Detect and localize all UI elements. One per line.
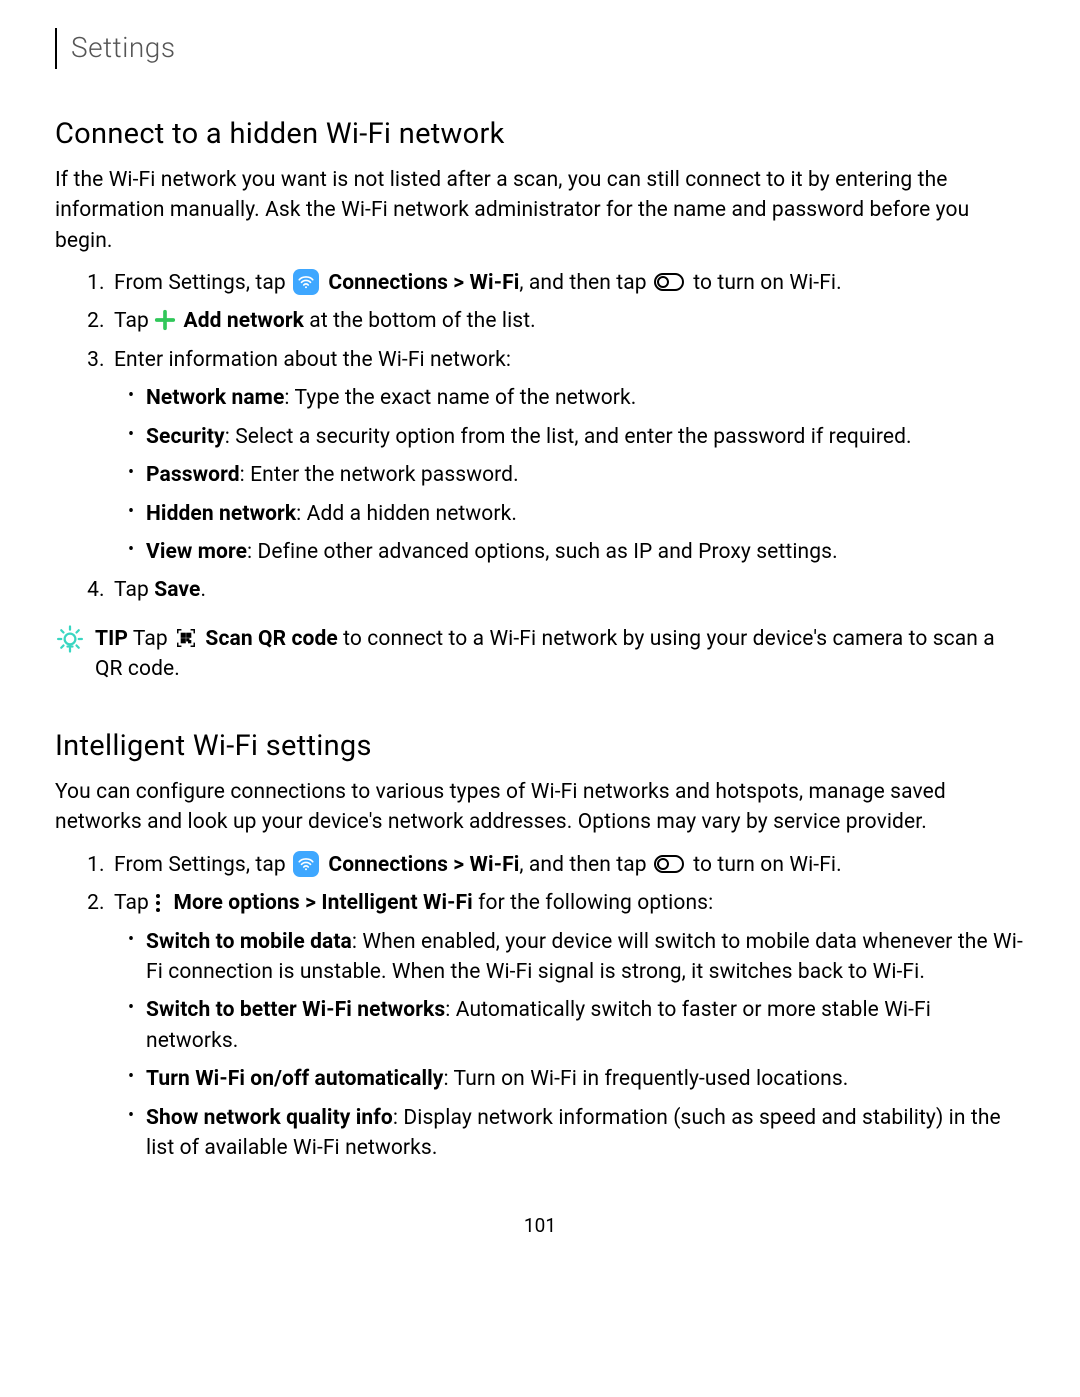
label: Network name — [146, 386, 284, 410]
list-item: Hidden network: Add a hidden network. — [144, 499, 1025, 529]
toggle-icon — [654, 855, 684, 873]
tip-row: TIP Tap Scan QR code to connect to a Wi-… — [55, 624, 1025, 685]
text: : Select a security option from the list… — [225, 425, 912, 449]
text: Tap — [114, 309, 154, 333]
connections-wifi-label: Connections > Wi-Fi — [328, 853, 519, 877]
text: . — [200, 578, 206, 602]
save-label: Save — [154, 578, 200, 602]
text: : Define other advanced options, such as… — [247, 540, 838, 564]
step-1: From Settings, tap Connections > Wi-Fi, … — [110, 850, 1025, 880]
add-network-label: Add network — [184, 309, 304, 333]
tip-body: TIP Tap Scan QR code to connect to a Wi-… — [95, 624, 1025, 685]
qr-icon — [175, 627, 197, 649]
heading-intelligent-wifi: Intelligent Wi-Fi settings — [55, 725, 1025, 767]
steps-intelligent-wifi: From Settings, tap Connections > Wi-Fi, … — [55, 850, 1025, 1164]
text: From Settings, tap — [114, 853, 291, 877]
text: Tap — [128, 627, 173, 651]
step-3: Enter information about the Wi-Fi networ… — [110, 345, 1025, 568]
step-2: Tap Add network at the bottom of the lis… — [110, 306, 1025, 336]
step-1: From Settings, tap Connections > Wi-Fi, … — [110, 268, 1025, 298]
text: : Enter the network password. — [240, 463, 519, 487]
label: View more — [146, 540, 247, 564]
tip-label: TIP — [95, 627, 128, 651]
list-item: Switch to mobile data: When enabled, you… — [144, 927, 1025, 988]
text: : Turn on Wi-Fi in frequently-used locat… — [443, 1067, 848, 1091]
list-item: Show network quality info: Display netwo… — [144, 1103, 1025, 1164]
text: Tap — [114, 578, 154, 602]
lightbulb-icon — [55, 624, 85, 654]
wifi-icon — [293, 269, 319, 295]
label: Turn Wi-Fi on/off automatically — [146, 1067, 443, 1091]
intro-intelligent-wifi: You can configure connections to various… — [55, 777, 1025, 838]
text: , and then tap — [519, 853, 652, 877]
more-options-label: More options > Intelligent Wi-Fi — [174, 891, 473, 915]
step-2: Tap More options > Intelligent Wi-Fi for… — [110, 888, 1025, 1164]
more-options-icon — [156, 894, 164, 912]
text: at the bottom of the list. — [304, 309, 536, 333]
list-item: Turn Wi-Fi on/off automatically: Turn on… — [144, 1064, 1025, 1094]
text: to turn on Wi-Fi. — [688, 271, 842, 295]
scan-qr-label: Scan QR code — [205, 627, 337, 651]
page-header: Settings — [55, 28, 1025, 69]
intro-connect-hidden: If the Wi-Fi network you want is not lis… — [55, 165, 1025, 256]
text: : Type the exact name of the network. — [284, 386, 636, 410]
text: , and then tap — [519, 271, 652, 295]
label: Hidden network — [146, 502, 296, 526]
label: Switch to better Wi-Fi networks — [146, 998, 445, 1022]
text: Enter information about the Wi-Fi networ… — [114, 348, 511, 372]
steps-connect-hidden: From Settings, tap Connections > Wi-Fi, … — [55, 268, 1025, 606]
list-item: Password: Enter the network password. — [144, 460, 1025, 490]
label: Switch to mobile data — [146, 930, 352, 954]
label: Security — [146, 425, 225, 449]
heading-connect-hidden: Connect to a hidden Wi-Fi network — [55, 113, 1025, 155]
text: to turn on Wi-Fi. — [688, 853, 842, 877]
text: : Add a hidden network. — [296, 502, 517, 526]
page-number: 101 — [55, 1212, 1025, 1240]
label: Password — [146, 463, 240, 487]
list-item: Security: Select a security option from … — [144, 422, 1025, 452]
toggle-icon — [654, 273, 684, 291]
list-item: Network name: Type the exact name of the… — [144, 383, 1025, 413]
text: for the following options: — [473, 891, 714, 915]
label: Show network quality info — [146, 1106, 393, 1130]
wifi-info-bullets: Network name: Type the exact name of the… — [114, 383, 1025, 567]
step-4: Tap Save. — [110, 575, 1025, 605]
text: Tap — [114, 891, 154, 915]
list-item: View more: Define other advanced options… — [144, 537, 1025, 567]
wifi-icon — [293, 851, 319, 877]
list-item: Switch to better Wi-Fi networks: Automat… — [144, 995, 1025, 1056]
text: From Settings, tap — [114, 271, 291, 295]
connections-wifi-label: Connections > Wi-Fi — [328, 271, 519, 295]
intelligent-wifi-bullets: Switch to mobile data: When enabled, you… — [114, 927, 1025, 1164]
plus-icon — [154, 309, 176, 331]
